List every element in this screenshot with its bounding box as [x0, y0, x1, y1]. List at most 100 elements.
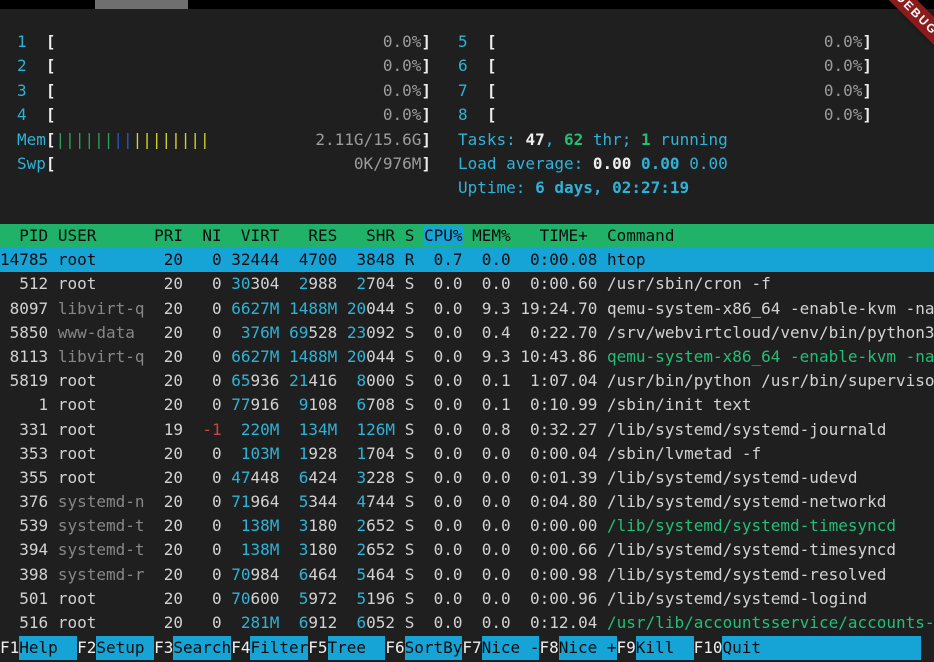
meter-close-bracket: ] [421, 54, 431, 78]
gap [395, 274, 405, 293]
cell-virt: 70 [231, 565, 250, 584]
header-cell-s[interactable]: S [405, 226, 415, 245]
cell-virt: 77 [231, 395, 250, 414]
fkey-f5[interactable]: F5Tree [308, 636, 385, 660]
header-cell-pri[interactable]: PRI [154, 226, 183, 245]
cell-command: qemu-system-x86_64 -enable-kvm -na [607, 299, 934, 318]
gap [414, 395, 424, 414]
header-cell-cpu[interactable]: CPU% [424, 226, 463, 245]
cell-virt: 138M [231, 540, 279, 559]
fkey-f8-label: Nice + [559, 636, 617, 660]
cell-pid: 376 [0, 492, 48, 511]
process-row-355[interactable]: 355 root 20 0 47448 6424 3228 S 0.0 0.0 … [0, 466, 934, 490]
fkey-f10[interactable]: F10Quit [694, 636, 921, 660]
cell-pid: 398 [0, 565, 48, 584]
process-row-353[interactable]: 353 root 20 0 103M 1928 1704 S 0.0 0.0 0… [0, 442, 934, 466]
cell-command: /srv/webvirtcloud/venv/bin/python3 [607, 323, 934, 342]
gap [414, 347, 424, 366]
tasks-line: Tasks: 47, 62 thr; 1 running [458, 128, 872, 152]
fkey-f9[interactable]: F9Kill [617, 636, 694, 660]
gap [395, 492, 405, 511]
gap [279, 468, 289, 487]
gap [279, 492, 289, 511]
cell-shr: 196 [366, 589, 395, 608]
gap [337, 371, 347, 390]
process-row-398[interactable]: 398 systemd-r 20 0 70984 6464 5464 S 0.0… [0, 563, 934, 587]
process-row-394[interactable]: 394 systemd-t 20 0 138M 3180 2652 S 0.0 … [0, 538, 934, 562]
fkey-f7-key: F7 [462, 636, 481, 660]
process-row-376[interactable]: 376 systemd-n 20 0 71964 5344 4744 S 0.0… [0, 490, 934, 514]
gap [145, 613, 155, 632]
gap [597, 371, 607, 390]
fkey-f4[interactable]: F4Filter [231, 636, 308, 660]
process-row-512[interactable]: 512 root 20 0 30304 2988 2704 S 0.0 0.0 … [0, 272, 934, 296]
process-row-8097[interactable]: 8097 libvirt-q 20 0 6627M 1488M 20044 S … [0, 297, 934, 321]
header-cell-virt[interactable]: VIRT [231, 226, 279, 245]
cell-pri: 20 [154, 395, 183, 414]
header-cell-user[interactable]: USER [58, 226, 145, 245]
header-cell-res[interactable]: RES [289, 226, 337, 245]
gap [222, 347, 232, 366]
process-row-501[interactable]: 501 root 20 0 70600 5972 5196 S 0.0 0.0 … [0, 587, 934, 611]
running-count: 1 [641, 130, 651, 149]
gap [183, 395, 193, 414]
cell-pri: 20 [154, 323, 183, 342]
fkey-f1-key: F1 [0, 636, 19, 660]
cell-mem: 0.0 [472, 468, 511, 487]
cpu-meter-3-label: 3 [17, 79, 46, 103]
load-5min: 0.00 [631, 154, 679, 173]
header-cell-ni[interactable]: NI [193, 226, 222, 245]
meter-close-bracket: ] [421, 152, 431, 176]
cell-res: 912 [308, 613, 337, 632]
gap [511, 274, 521, 293]
cell-time: 0:00.08 [520, 250, 597, 269]
process-row-1[interactable]: 1 root 20 0 77916 9108 6708 S 0.0 0.1 0:… [0, 393, 934, 417]
cpu-meter-8: 8 [0.0%] [458, 103, 872, 127]
process-row-5850[interactable]: 5850 www-data 20 0 376M 69528 23092 S 0.… [0, 321, 934, 345]
gap [222, 516, 232, 535]
cell-user: root [58, 589, 145, 608]
gap [48, 565, 58, 584]
gap [511, 299, 521, 318]
fkey-f1[interactable]: F1Help [0, 636, 77, 660]
gap [222, 371, 232, 390]
process-row-14785[interactable]: 14785 root 20 0 32444 4700 3848 R 0.7 0.… [0, 248, 934, 272]
fkey-f6-key: F6 [385, 636, 404, 660]
header-cell-pid[interactable]: PID [0, 226, 48, 245]
cell-pid: 512 [0, 274, 48, 293]
gap [279, 589, 289, 608]
header-cell-command[interactable]: Command [607, 226, 674, 245]
gap [48, 371, 58, 390]
cell-state: S [405, 347, 415, 366]
fkey-f7[interactable]: F7Nice - [462, 636, 539, 660]
gap [145, 540, 155, 559]
gap [279, 347, 289, 366]
gap [145, 589, 155, 608]
gap [222, 323, 232, 342]
gap [597, 589, 607, 608]
cpu-meter-2: 2 [0.0%] [17, 54, 431, 78]
header-cell-mem[interactable]: MEM% [472, 226, 511, 245]
gap [183, 420, 193, 439]
gap [463, 444, 473, 463]
process-row-5819[interactable]: 5819 root 20 0 65936 21416 8000 S 0.0 0.… [0, 369, 934, 393]
fkey-f6[interactable]: F6SortBy [385, 636, 462, 660]
gap [597, 274, 607, 293]
gap [395, 516, 405, 535]
gap [395, 613, 405, 632]
fkey-f8[interactable]: F8Nice + [539, 636, 616, 660]
process-row-516[interactable]: 516 root 20 0 281M 6912 6052 S 0.0 0.0 0… [0, 611, 934, 635]
process-row-331[interactable]: 331 root 19 -1 220M 134M 126M S 0.0 0.8 … [0, 418, 934, 442]
top-strip-handle[interactable] [95, 0, 188, 9]
cell-shr: 000 [366, 371, 395, 390]
header-cell-time[interactable]: TIME+ [520, 226, 597, 245]
process-row-539[interactable]: 539 systemd-t 20 0 138M 3180 2652 S 0.0 … [0, 514, 934, 538]
gap [183, 589, 193, 608]
cell-state: R [405, 250, 415, 269]
gap [395, 395, 405, 414]
fkey-f2[interactable]: F2Setup [77, 636, 154, 660]
fkey-f3[interactable]: F3Search [154, 636, 231, 660]
process-row-8113[interactable]: 8113 libvirt-q 20 0 6627M 1488M 20044 S … [0, 345, 934, 369]
mem-meter-usage-bars: |||||||||||||||| [56, 128, 210, 152]
header-cell-shr[interactable]: SHR [347, 226, 395, 245]
